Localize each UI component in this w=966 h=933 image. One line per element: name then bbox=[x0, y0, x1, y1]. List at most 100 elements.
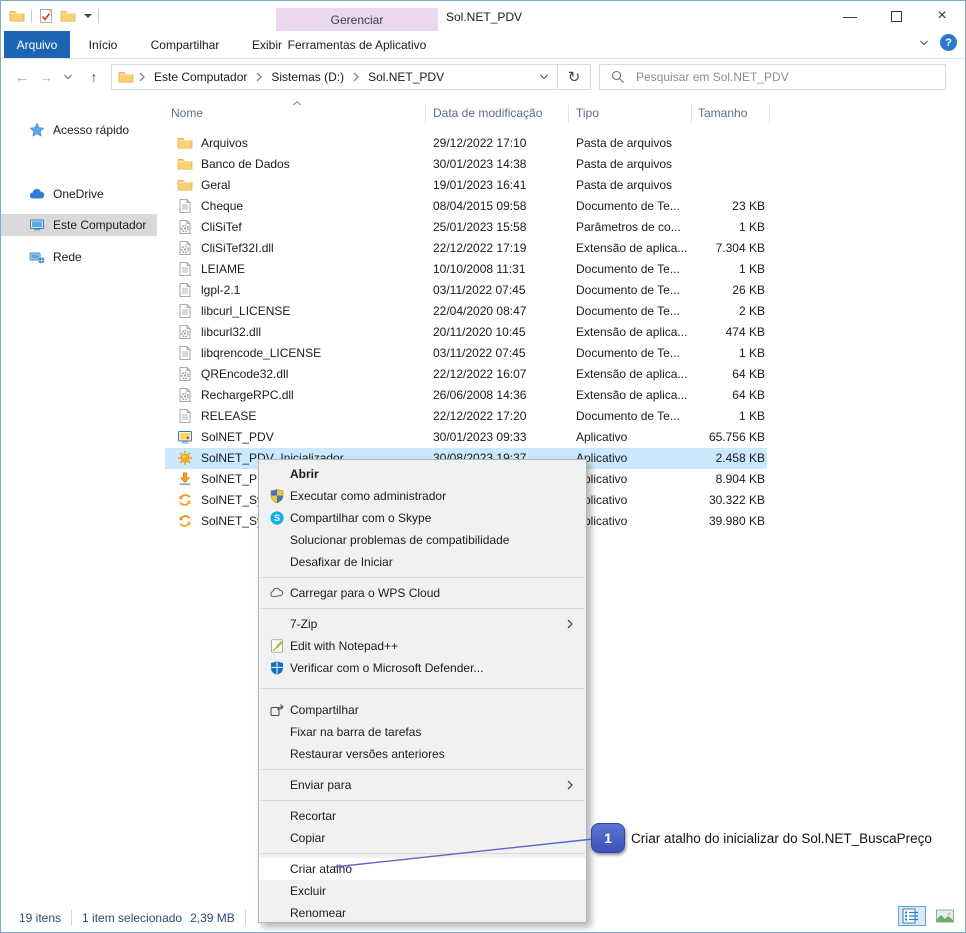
breadcrumb-este-computador[interactable]: Este Computador bbox=[150, 70, 251, 84]
menu-item-excluir[interactable]: Excluir bbox=[259, 880, 586, 902]
tab-arquivo[interactable]: Arquivo bbox=[4, 31, 70, 58]
wps-cloud-icon bbox=[269, 585, 285, 601]
column-header-data[interactable]: Data de modificação bbox=[433, 106, 542, 120]
column-header-nome[interactable]: Nome bbox=[171, 106, 203, 120]
file-row[interactable]: SolNET_PDV 30/01/2023 09:33 Aplicativo 6… bbox=[165, 427, 767, 448]
address-bar[interactable]: Este Computador Sistemas (D:) Sol.NET_PD… bbox=[111, 64, 591, 90]
file-row[interactable]: CliSiTef32I.dll 22/12/2022 17:19 Extensã… bbox=[165, 238, 767, 259]
tab-compartilhar[interactable]: Compartilhar bbox=[135, 31, 235, 58]
file-date: 29/12/2022 17:10 bbox=[433, 136, 563, 150]
maximize-button[interactable] bbox=[873, 1, 919, 31]
file-row[interactable]: CliSiTef 25/01/2023 15:58 Parâmetros de … bbox=[165, 217, 767, 238]
sidebar-item-rede[interactable]: Rede bbox=[1, 246, 157, 268]
file-row[interactable]: libqrencode_LICENSE 03/11/2022 07:45 Doc… bbox=[165, 343, 767, 364]
details-view-button[interactable] bbox=[898, 906, 926, 926]
menu-item-criar-atalho[interactable]: Criar atalho bbox=[259, 858, 586, 880]
file-name: RELEASE bbox=[201, 409, 423, 423]
file-row[interactable]: Banco de Dados 30/01/2023 14:38 Pasta de… bbox=[165, 154, 767, 175]
file-name: QREncode32.dll bbox=[201, 367, 423, 381]
menu-item-compartilhar-com-skype[interactable]: Compartilhar com o Skype bbox=[259, 507, 586, 529]
tab-inicio[interactable]: Início bbox=[71, 31, 135, 58]
items-count: 19 itens bbox=[19, 911, 61, 925]
file-row[interactable]: Arquivos 29/12/2022 17:10 Pasta de arqui… bbox=[165, 133, 767, 154]
file-type: Extensão de aplica... bbox=[576, 388, 692, 402]
close-button[interactable]: × bbox=[919, 1, 965, 31]
sidebar-item-onedrive[interactable]: OneDrive bbox=[1, 183, 157, 205]
folder-icon bbox=[177, 135, 193, 151]
selection-count: 1 item selecionado bbox=[82, 911, 182, 925]
updater-app-icon bbox=[177, 471, 193, 487]
file-type: Pasta de arquivos bbox=[576, 157, 692, 171]
file-row[interactable]: lgpl-2.1 03/11/2022 07:45 Documento de T… bbox=[165, 280, 767, 301]
file-row[interactable]: RechargeRPC.dll 26/06/2008 14:36 Extensã… bbox=[165, 385, 767, 406]
chevron-down-icon[interactable] bbox=[84, 14, 92, 18]
menu-item-edit-with-notepadpp[interactable]: Edit with Notepad++ bbox=[259, 635, 586, 657]
file-size: 1 KB bbox=[693, 409, 765, 423]
file-date: 30/01/2023 09:33 bbox=[433, 430, 563, 444]
up-button[interactable]: ↑ bbox=[85, 68, 103, 86]
menu-item-enviar-para[interactable]: Enviar para bbox=[259, 774, 586, 796]
menu-item-7zip[interactable]: 7-Zip bbox=[259, 613, 586, 635]
breadcrumb-solnet-pdv[interactable]: Sol.NET_PDV bbox=[364, 70, 448, 84]
recent-locations-chevron[interactable] bbox=[61, 68, 75, 86]
file-name: RechargeRPC.dll bbox=[201, 388, 423, 402]
menu-item-solucionar-problemas[interactable]: Solucionar problemas de compatibilidade bbox=[259, 529, 586, 551]
menu-item-carregar-wps-cloud[interactable]: Carregar para o WPS Cloud bbox=[259, 582, 586, 604]
menu-item-copiar[interactable]: Copiar bbox=[259, 827, 586, 849]
file-row[interactable]: libcurl_LICENSE 22/04/2020 08:47 Documen… bbox=[165, 301, 767, 322]
sync-app-icon bbox=[177, 513, 193, 529]
file-size: 7.304 KB bbox=[693, 241, 765, 255]
sidebar-item-label: OneDrive bbox=[53, 187, 104, 201]
column-divider[interactable] bbox=[769, 105, 770, 123]
menu-item-renomear[interactable]: Renomear bbox=[259, 902, 586, 924]
sync-app-icon bbox=[177, 492, 193, 508]
contextual-tab-header: Gerenciar bbox=[276, 8, 438, 31]
thumbnails-view-button[interactable] bbox=[931, 906, 959, 926]
minimize-button[interactable]: — bbox=[827, 1, 873, 31]
file-type: Aplicativo bbox=[576, 472, 692, 486]
column-divider[interactable] bbox=[691, 105, 692, 123]
file-name: SolNET_PDV bbox=[201, 430, 423, 444]
column-header-tamanho[interactable]: Tamanho bbox=[698, 106, 747, 120]
file-row[interactable]: RELEASE 22/12/2022 17:20 Documento de Te… bbox=[165, 406, 767, 427]
refresh-button[interactable]: ↻ bbox=[557, 65, 590, 89]
menu-item-verificar-defender[interactable]: Verificar com o Microsoft Defender... bbox=[259, 657, 586, 679]
sidebar-item-acesso-rapido[interactable]: Acesso rápido bbox=[1, 119, 157, 141]
menu-item-desafixar-de-iniciar[interactable]: Desafixar de Iniciar bbox=[259, 551, 586, 573]
sidebar-item-este-computador[interactable]: Este Computador bbox=[1, 214, 157, 236]
file-row[interactable]: Cheque 08/04/2015 09:58 Documento de Te.… bbox=[165, 196, 767, 217]
help-icon[interactable]: ? bbox=[940, 34, 957, 51]
file-row[interactable]: Geral 19/01/2023 16:41 Pasta de arquivos bbox=[165, 175, 767, 196]
text-document-icon bbox=[177, 198, 193, 214]
column-header-tipo[interactable]: Tipo bbox=[576, 106, 599, 120]
column-divider[interactable] bbox=[568, 105, 569, 123]
menu-item-fixar-barra-tarefas[interactable]: Fixar na barra de tarefas bbox=[259, 721, 586, 743]
file-row[interactable]: libcurl32.dll 20/11/2020 10:45 Extensão … bbox=[165, 322, 767, 343]
column-divider[interactable] bbox=[425, 105, 426, 123]
menu-separator bbox=[259, 604, 586, 613]
context-menu: Abrir Executar como administrador Compar… bbox=[258, 459, 587, 923]
address-dropdown-chevron[interactable] bbox=[531, 65, 557, 89]
menu-item-abrir[interactable]: Abrir bbox=[259, 463, 586, 485]
search-input[interactable] bbox=[634, 69, 945, 85]
menu-separator bbox=[259, 679, 586, 699]
menu-item-executar-como-administrador[interactable]: Executar como administrador bbox=[259, 485, 586, 507]
tab-ferramentas-de-aplicativo[interactable]: Ferramentas de Aplicativo bbox=[276, 31, 438, 58]
ribbon-collapse-chevron-icon[interactable] bbox=[918, 37, 930, 49]
file-size: 23 KB bbox=[693, 199, 765, 213]
menu-item-recortar[interactable]: Recortar bbox=[259, 805, 586, 827]
file-row[interactable]: QREncode32.dll 22/12/2022 16:07 Extensão… bbox=[165, 364, 767, 385]
properties-check-icon[interactable] bbox=[38, 8, 54, 24]
file-type: Extensão de aplica... bbox=[576, 241, 692, 255]
menu-item-compartilhar[interactable]: Compartilhar bbox=[259, 699, 586, 721]
back-button[interactable]: ← bbox=[13, 68, 31, 86]
folder-icon[interactable] bbox=[9, 8, 25, 24]
breadcrumb-sistemas-d[interactable]: Sistemas (D:) bbox=[267, 70, 348, 84]
folder-dropdown-icon[interactable] bbox=[60, 8, 76, 24]
search-box bbox=[599, 64, 946, 90]
forward-button[interactable]: → bbox=[37, 68, 55, 86]
file-row[interactable]: LEIAME 10/10/2008 11:31 Documento de Te.… bbox=[165, 259, 767, 280]
menu-item-restaurar-versoes[interactable]: Restaurar versões anteriores bbox=[259, 743, 586, 765]
file-name: lgpl-2.1 bbox=[201, 283, 423, 297]
file-type: Aplicativo bbox=[576, 430, 692, 444]
